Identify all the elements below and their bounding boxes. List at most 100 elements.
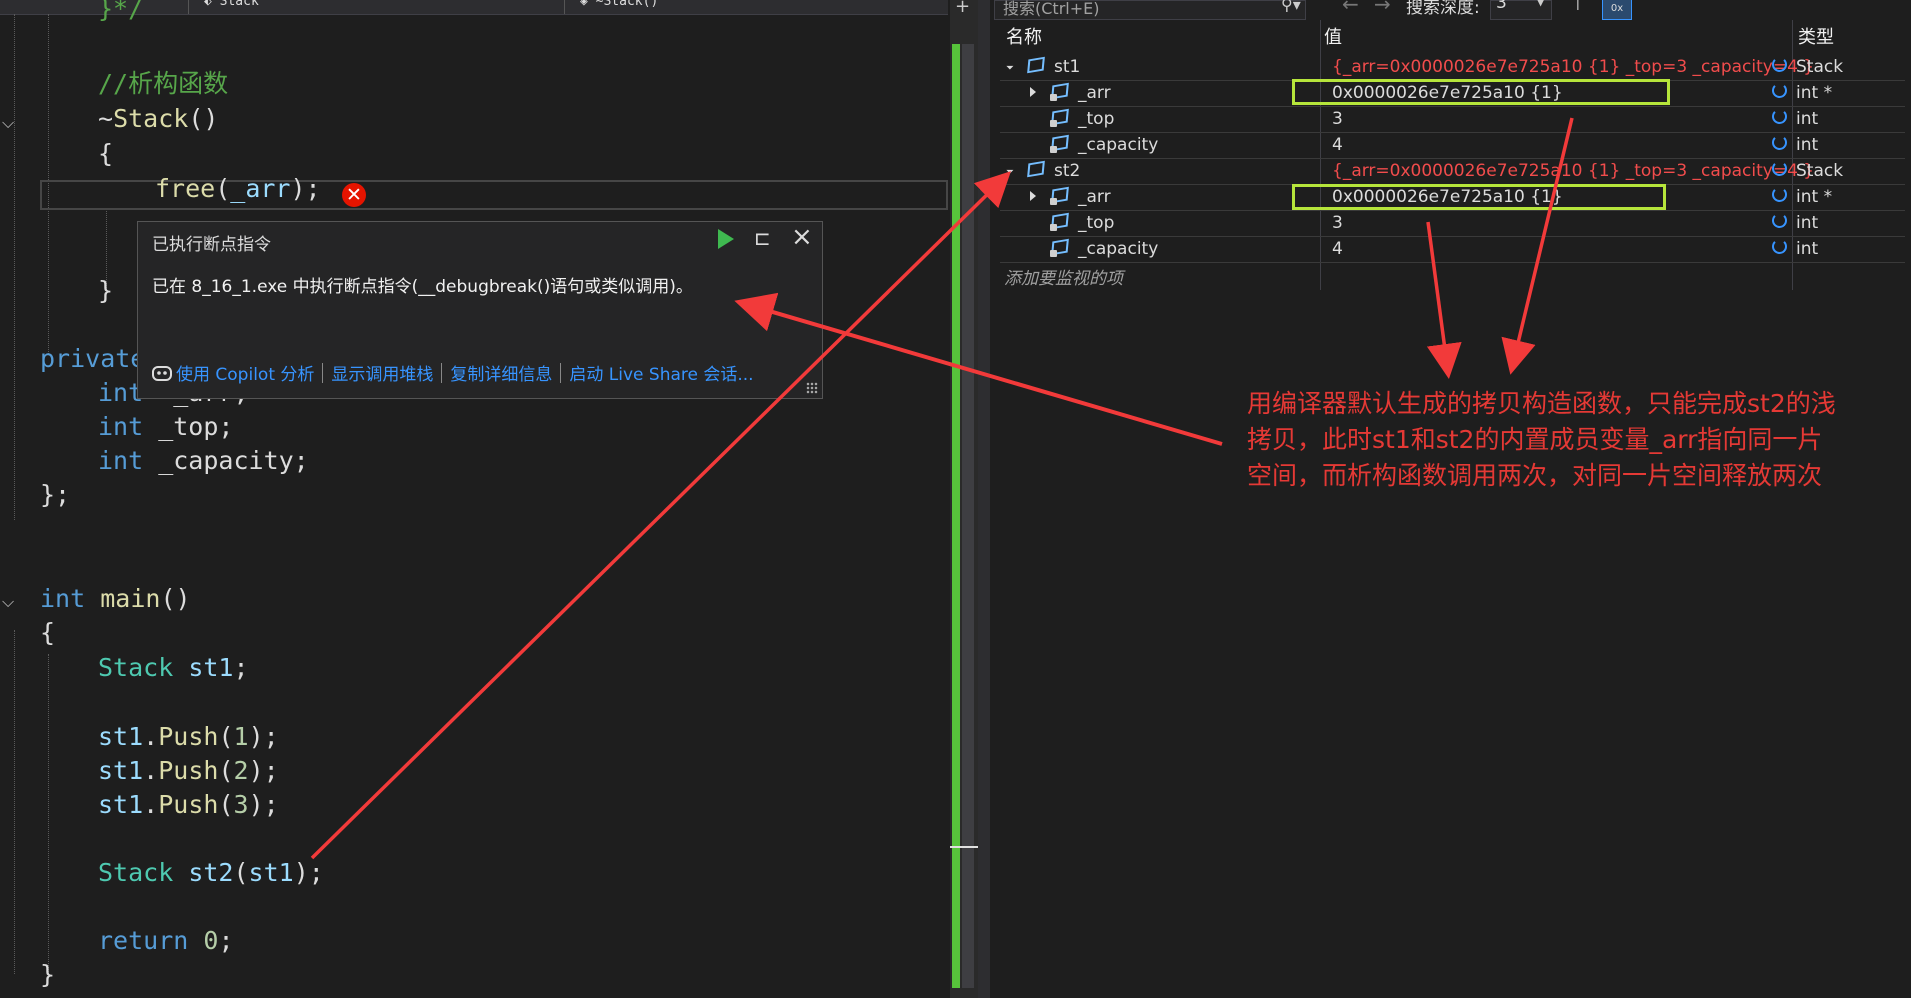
copilot-icon <box>152 365 172 381</box>
nav-member-dropdown[interactable]: ◈ ~Stack() <box>580 0 658 9</box>
pin-icon[interactable]: ⊏ <box>754 226 771 250</box>
chevron-down-icon[interactable]: ▼ <box>1536 0 1545 8</box>
watch-value[interactable]: 4 <box>1332 135 1343 155</box>
indent-guide <box>14 630 15 974</box>
watch-value[interactable]: {_arr=0x0000026e7e725a10 {1} _top=3 _cap… <box>1332 161 1814 181</box>
code-token: st1 <box>98 790 144 819</box>
code-token: { <box>98 139 114 168</box>
refresh-icon[interactable] <box>1772 135 1787 150</box>
nav-class-dropdown[interactable]: ⬖ Stack <box>204 0 259 9</box>
code-line[interactable]: int _capacity; <box>98 444 309 478</box>
refresh-icon[interactable] <box>1772 83 1787 98</box>
watch-row[interactable]: st2 {_arr=0x0000026e7e725a10 {1} _top=3 _… <box>1000 158 1905 185</box>
code-token: main <box>100 584 161 613</box>
close-icon[interactable]: × <box>791 222 813 252</box>
code-line[interactable]: } <box>40 958 55 992</box>
code-token: . <box>143 756 159 785</box>
code-line[interactable]: { <box>98 137 113 171</box>
refresh-icon[interactable] <box>1772 239 1787 254</box>
code-line[interactable]: st1.Push(1); <box>98 720 279 754</box>
code-line[interactable]: } <box>98 274 113 308</box>
expand-triangle-icon[interactable] <box>1030 191 1036 201</box>
code-line[interactable]: Stack st1; <box>98 651 249 685</box>
watch-name: _top <box>1078 213 1115 233</box>
refresh-icon[interactable] <box>1772 161 1787 176</box>
split-add-icon[interactable]: + <box>955 0 970 17</box>
code-token: 1 <box>233 722 249 751</box>
column-header-value[interactable]: 值 <box>1324 23 1342 49</box>
watch-row[interactable]: _capacity 4 int <box>1000 132 1905 159</box>
watch-value[interactable]: 3 <box>1332 109 1343 129</box>
watch-value[interactable]: 3 <box>1332 213 1343 233</box>
refresh-icon[interactable] <box>1772 57 1787 72</box>
lock-icon <box>1050 224 1057 231</box>
continue-play-icon[interactable] <box>718 229 734 249</box>
code-line[interactable]: ~Stack() <box>98 102 218 136</box>
collapse-triangle-icon[interactable] <box>1003 59 1014 70</box>
code-line[interactable]: }*/ <box>98 0 143 26</box>
code-token: Push <box>158 722 219 751</box>
code-token: } <box>40 960 56 989</box>
fold-chevron-icon[interactable]: ⌵ <box>2 113 14 133</box>
search-back-arrow-icon[interactable]: ← <box>1342 0 1359 16</box>
watch-search-input[interactable]: 搜索(Ctrl+E) ⚲▾ <box>994 0 1306 20</box>
search-placeholder: 搜索(Ctrl+E) <box>1003 0 1100 18</box>
code-line[interactable]: { <box>40 616 55 650</box>
watch-value[interactable]: 4 <box>1332 239 1343 259</box>
watch-type: int <box>1796 213 1819 233</box>
code-line[interactable]: private <box>40 342 145 376</box>
watch-row[interactable]: _capacity 4 int <box>1000 236 1905 263</box>
live-share-link[interactable]: 启动 Live Share 会话... <box>569 360 753 385</box>
watch-row[interactable]: st1 {_arr=0x0000026e7e725a10 {1} _top=3 _… <box>1000 54 1905 81</box>
watch-row[interactable]: _top 3 int <box>1000 210 1905 237</box>
code-line[interactable]: int _top; <box>98 410 233 444</box>
watch-type: Stack <box>1796 161 1844 181</box>
column-header-type[interactable]: 类型 <box>1798 23 1834 49</box>
resize-grip[interactable] <box>806 382 818 394</box>
code-line[interactable]: //析构函数 <box>98 67 228 101</box>
code-token: //析构函数 <box>98 69 229 98</box>
refresh-icon[interactable] <box>1772 187 1787 202</box>
search-icon[interactable]: ⚲▾ <box>1281 0 1301 14</box>
code-line[interactable]: Stack st2(st1); <box>98 856 324 890</box>
search-forward-arrow-icon[interactable]: → <box>1374 0 1391 16</box>
code-line[interactable]: free(_arr); <box>155 172 321 206</box>
add-watch-item[interactable]: 添加要监视的项 <box>1004 264 1123 289</box>
code-token: . <box>143 790 159 819</box>
breakpoint-error-icon[interactable]: ✕ <box>342 183 366 207</box>
code-line[interactable]: }; <box>40 478 70 512</box>
watch-name: st2 <box>1054 161 1081 181</box>
code-token: ); <box>293 858 324 887</box>
code-line[interactable]: int main() <box>40 582 191 616</box>
panel-splitter[interactable] <box>978 0 990 998</box>
code-editor[interactable]: ⬖ Stack ◈ ~Stack() ⌵ ⌵ }*/ //析构函数 ~Stack()… <box>0 0 948 998</box>
code-token: . <box>143 722 159 751</box>
copy-details-link[interactable]: 复制详细信息 <box>450 360 552 385</box>
highlight-box-st2-arr <box>1292 184 1666 210</box>
collapse-triangle-icon[interactable] <box>1003 163 1014 174</box>
refresh-icon[interactable] <box>1772 213 1787 228</box>
code-line[interactable]: return 0; <box>98 924 234 958</box>
code-line[interactable]: st1.Push(2); <box>98 754 279 788</box>
code-token: Stack <box>98 858 174 887</box>
watch-row[interactable]: _top 3 int <box>1000 106 1905 133</box>
show-call-stack-link[interactable]: 显示调用堆栈 <box>331 360 433 385</box>
refresh-icon[interactable] <box>1772 109 1787 124</box>
code-token: int <box>98 446 144 475</box>
watch-name: _top <box>1078 109 1115 129</box>
watch-value[interactable]: {_arr=0x0000026e7e725a10 {1} _top=3 _cap… <box>1332 57 1814 77</box>
watch-name: _capacity <box>1078 135 1159 155</box>
column-header-name[interactable]: 名称 <box>1006 23 1042 49</box>
pin-watch-icon[interactable]: ⊤ <box>1570 0 1586 15</box>
code-token: st2 <box>188 858 234 887</box>
fold-chevron-icon[interactable]: ⌵ <box>2 592 14 612</box>
popup-message: 已在 8_16_1.exe 中执行断点指令(__debugbreak()语句或类… <box>152 277 693 297</box>
code-token: _arr <box>230 174 291 203</box>
code-token: ~ <box>98 104 114 133</box>
hex-display-toggle[interactable]: 0x <box>1602 0 1632 20</box>
code-line[interactable]: st1.Push(3); <box>98 788 279 822</box>
expand-triangle-icon[interactable] <box>1030 87 1036 97</box>
copilot-analyze-link[interactable]: 使用 Copilot 分析 <box>176 360 314 385</box>
code-token: free <box>155 174 216 203</box>
